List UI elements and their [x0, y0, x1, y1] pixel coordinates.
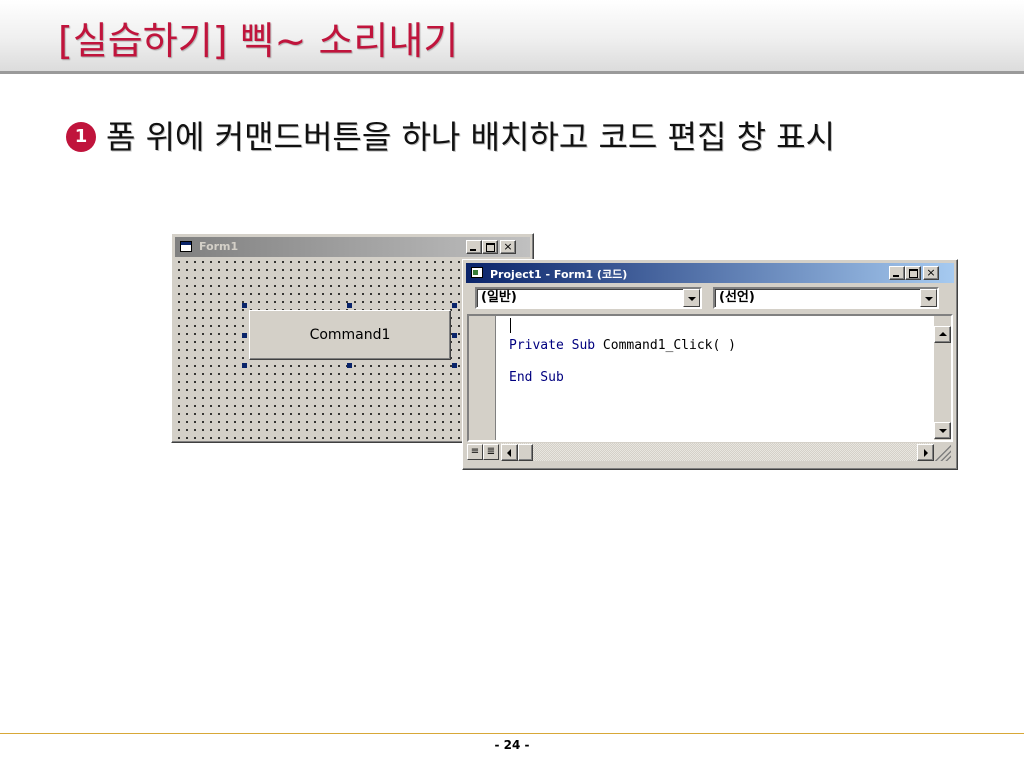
bullet-number-icon: 1 — [66, 122, 96, 152]
code-window-title: Project1 - Form1 (코드) — [490, 268, 628, 281]
code-line[interactable]: Private Sub Command1_Click( ) — [509, 338, 736, 353]
resize-handle-s[interactable] — [347, 363, 352, 368]
procedure-view-icon[interactable]: ≡ — [467, 444, 483, 460]
command1-button[interactable]: Command1 — [249, 310, 451, 360]
footer-divider — [0, 733, 1024, 734]
code-window-title-bar[interactable]: Project1 - Form1 (코드) × — [466, 263, 954, 283]
horizontal-scrollbar[interactable] — [501, 443, 934, 461]
resize-handle-se[interactable] — [452, 363, 457, 368]
bullet-text: 폼 위에 커맨드버튼을 하나 배치하고 코드 편집 창 표시 — [106, 118, 836, 156]
scroll-left-icon[interactable] — [501, 444, 518, 461]
code-keyword: Private Sub — [509, 338, 596, 353]
close-button[interactable]: × — [500, 240, 516, 254]
resize-grip-icon[interactable] — [935, 445, 951, 461]
code-text: Command1_Click( ) — [595, 338, 736, 353]
procedure-combo-value: (선언) — [719, 290, 755, 305]
minimize-button[interactable] — [889, 266, 905, 280]
chevron-down-icon[interactable] — [683, 289, 700, 307]
scroll-right-icon[interactable] — [917, 444, 934, 461]
form1-title: Form1 — [199, 240, 239, 253]
scroll-up-icon[interactable] — [934, 326, 951, 343]
scroll-down-icon[interactable] — [934, 422, 951, 439]
object-combo[interactable]: (일반) — [475, 287, 702, 309]
maximize-button[interactable] — [482, 240, 498, 254]
code-window-bottom-bar: ≡ ≣ — [467, 443, 953, 461]
resize-handle-ne[interactable] — [452, 303, 457, 308]
code-line[interactable]: End Sub — [509, 370, 564, 385]
vertical-scrollbar[interactable] — [934, 316, 951, 440]
code-window-icon — [471, 267, 483, 278]
resize-handle-n[interactable] — [347, 303, 352, 308]
resize-handle-w[interactable] — [242, 333, 247, 338]
close-button[interactable]: × — [923, 266, 939, 280]
object-combo-value: (일반) — [481, 290, 517, 305]
resize-handle-e[interactable] — [452, 333, 457, 338]
code-window[interactable]: Project1 - Form1 (코드) × (일반) (선언) Privat… — [462, 259, 958, 470]
full-module-view-icon[interactable]: ≣ — [483, 444, 499, 460]
resize-handle-nw[interactable] — [242, 303, 247, 308]
resize-handle-sw[interactable] — [242, 363, 247, 368]
form1-title-bar[interactable]: Form1 × — [175, 237, 530, 257]
form-icon — [180, 241, 192, 252]
slide-title-band: [실습하기] 삑~ 소리내기 — [0, 0, 1024, 74]
slide-title: [실습하기] 삑~ 소리내기 — [58, 19, 459, 63]
scroll-thumb[interactable] — [518, 444, 533, 461]
text-caret — [510, 318, 511, 333]
page-number: - 24 - — [494, 738, 530, 752]
code-editor[interactable]: Private Sub Command1_Click( ) End Sub — [467, 314, 953, 442]
code-keyword: End Sub — [509, 370, 564, 385]
chevron-down-icon[interactable] — [920, 289, 937, 307]
procedure-combo[interactable]: (선언) — [713, 287, 939, 309]
minimize-button[interactable] — [466, 240, 482, 254]
margin-indicator-bar — [469, 316, 496, 440]
maximize-button[interactable] — [905, 266, 921, 280]
